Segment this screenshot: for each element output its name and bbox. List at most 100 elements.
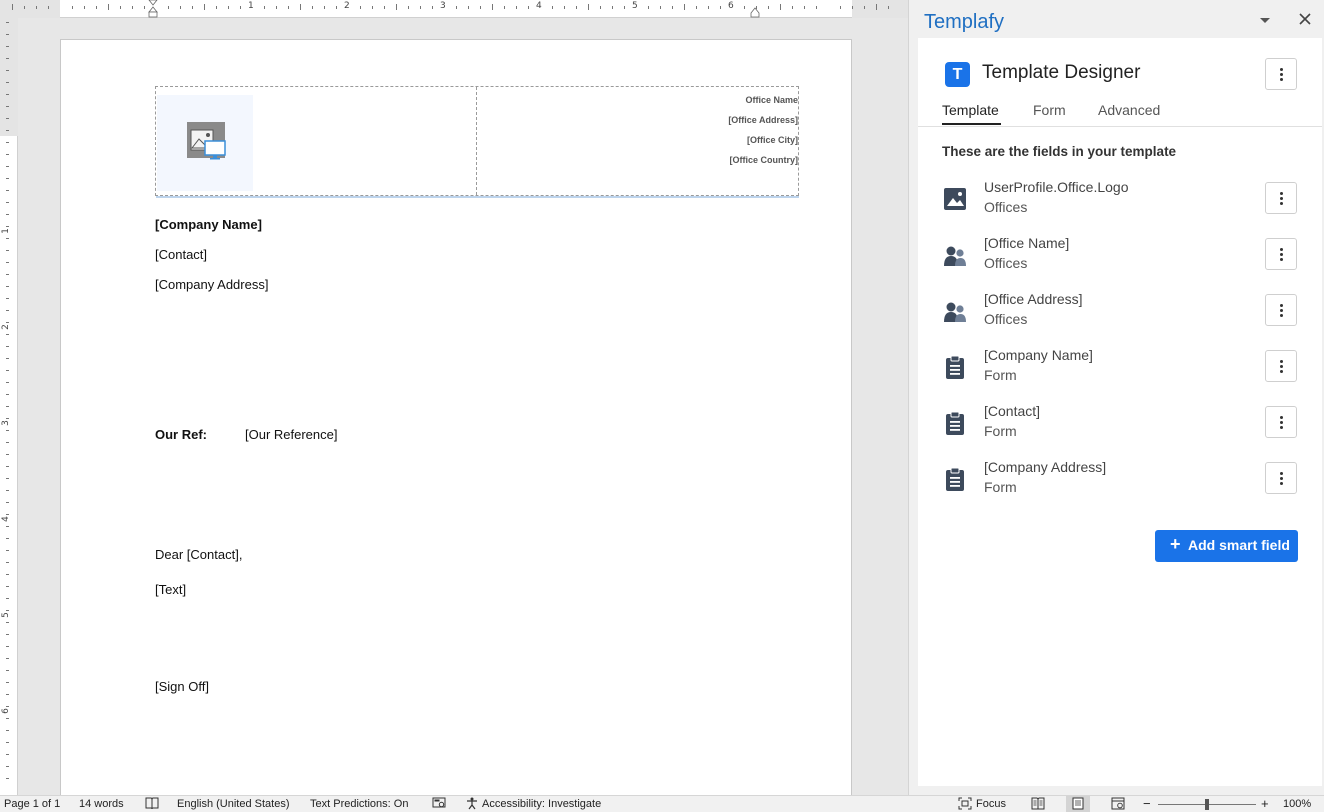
contact-field[interactable]: [Contact] — [155, 247, 207, 262]
chevron-down-icon[interactable] — [1257, 12, 1273, 28]
focus-icon[interactable] — [958, 797, 972, 810]
field-row[interactable]: [Company Name] Form — [918, 344, 1322, 396]
ruler-tick — [408, 6, 409, 9]
ruler-tick — [168, 6, 169, 9]
ruler-tick — [192, 6, 193, 9]
ruler-tick — [276, 6, 277, 9]
field-row[interactable]: [Office Name] Offices — [918, 232, 1322, 284]
print-layout-icon — [1072, 797, 1084, 810]
ruler-tick — [108, 4, 109, 10]
sign-off-field[interactable]: [Sign Off] — [155, 679, 209, 694]
ruler-tick — [6, 622, 9, 623]
ruler-tick — [324, 6, 325, 9]
close-icon[interactable] — [1297, 11, 1313, 27]
office-city-field[interactable]: [Office City] — [598, 134, 798, 154]
ruler-tick — [6, 94, 9, 95]
ruler-tick — [12, 4, 13, 10]
ruler-tick — [6, 334, 9, 335]
field-row[interactable]: [Company Address] Form — [918, 456, 1322, 508]
language[interactable]: English (United States) — [177, 798, 290, 810]
proofing-book-icon[interactable] — [145, 797, 159, 810]
ruler-tick — [36, 6, 37, 9]
clipboard-icon — [946, 355, 964, 379]
web-layout-icon[interactable] — [1111, 797, 1125, 810]
our-reference-field[interactable]: [Our Reference] — [245, 427, 338, 442]
ruler-tick — [216, 6, 217, 9]
header-table[interactable]: Office Name [Office Address] [Office Cit… — [155, 86, 799, 198]
ruler-tick — [6, 394, 9, 395]
word-count[interactable]: 14 words — [79, 798, 124, 810]
document-page[interactable]: Office Name [Office Address] [Office Cit… — [60, 39, 852, 795]
field-options-button[interactable] — [1265, 350, 1297, 382]
ruler-number: 3 — [0, 420, 11, 426]
add-smart-field-button[interactable]: + Add smart field — [1155, 530, 1298, 562]
vertical-ruler[interactable]: 1 2 3 4 5 6 — [0, 18, 18, 795]
app-title: Template Designer — [982, 62, 1141, 83]
accessibility-icon[interactable] — [465, 797, 479, 810]
field-options-button[interactable] — [1265, 462, 1297, 494]
ruler-tick — [6, 358, 9, 359]
read-mode-icon[interactable] — [1031, 797, 1045, 810]
ruler-number: 3 — [440, 1, 446, 11]
tab-form[interactable]: Form — [1033, 102, 1066, 118]
zoom-level[interactable]: 100% — [1283, 798, 1311, 810]
office-name-field[interactable]: Office Name — [598, 94, 798, 114]
salutation[interactable]: Dear [Contact], — [155, 547, 242, 562]
company-name-field[interactable]: [Company Name] — [155, 217, 262, 232]
ruler-number: 2 — [0, 324, 11, 330]
right-indent-marker[interactable] — [750, 0, 760, 18]
focus-label[interactable]: Focus — [976, 798, 1006, 810]
ruler-tick — [6, 406, 9, 407]
ruler-tick — [6, 526, 9, 527]
text-predictions[interactable]: Text Predictions: On — [310, 798, 408, 810]
ruler-tick — [180, 6, 181, 9]
ruler-tick — [864, 6, 865, 9]
ruler-tick — [6, 550, 9, 551]
document-area[interactable]: 1 2 3 4 5 6 1 2 3 4 5 6 Office Name [Off… — [0, 0, 908, 795]
office-country-field[interactable]: [Office Country] — [598, 154, 799, 174]
ruler-tick — [6, 190, 9, 191]
ruler-tick — [6, 178, 9, 179]
field-options-button[interactable] — [1265, 406, 1297, 438]
left-indent-marker[interactable] — [148, 0, 158, 18]
ruler-tick — [6, 610, 9, 611]
field-row[interactable]: [Office Address] Offices — [918, 288, 1322, 340]
field-row[interactable]: [Contact] Form — [918, 400, 1322, 452]
field-name: [Company Address] — [984, 459, 1107, 475]
office-address-field[interactable]: [Office Address] — [598, 114, 798, 134]
logo-placeholder[interactable] — [157, 95, 253, 191]
print-layout-view-button[interactable] — [1066, 796, 1090, 812]
ruler-number: 1 — [248, 1, 254, 11]
page-count[interactable]: Page 1 of 1 — [4, 798, 60, 810]
ruler-tick — [684, 4, 685, 10]
ruler-tick — [312, 6, 313, 9]
field-row[interactable]: UserProfile.Office.Logo Offices — [918, 176, 1322, 228]
tab-bar-divider — [918, 126, 1322, 127]
ruler-tick — [228, 6, 229, 9]
zoom-slider-thumb[interactable] — [1205, 799, 1209, 810]
field-options-button[interactable] — [1265, 294, 1297, 326]
display-settings-icon[interactable] — [432, 797, 446, 810]
ruler-tick — [6, 586, 9, 587]
tab-advanced[interactable]: Advanced — [1098, 102, 1160, 118]
more-options-button[interactable] — [1265, 58, 1297, 90]
ruler-tick — [708, 6, 709, 9]
zoom-in-button[interactable]: + — [1261, 796, 1269, 811]
zoom-out-button[interactable]: − — [1143, 796, 1151, 811]
ruler-tick — [6, 634, 9, 635]
ruler-tick — [372, 6, 373, 9]
ruler-tick — [264, 6, 265, 9]
ruler-tick — [720, 6, 721, 9]
ruler-tick — [48, 6, 49, 9]
ruler-tick — [6, 250, 9, 251]
ruler-tick — [660, 6, 661, 9]
tab-template[interactable]: Template — [942, 102, 999, 118]
ruler-tick — [6, 430, 9, 431]
text-field[interactable]: [Text] — [155, 582, 186, 597]
horizontal-ruler[interactable]: 1 2 3 4 5 6 — [0, 0, 908, 18]
ruler-tick — [6, 670, 9, 671]
company-address-field[interactable]: [Company Address] — [155, 277, 268, 292]
accessibility-status[interactable]: Accessibility: Investigate — [482, 798, 601, 810]
field-options-button[interactable] — [1265, 182, 1297, 214]
field-options-button[interactable] — [1265, 238, 1297, 270]
